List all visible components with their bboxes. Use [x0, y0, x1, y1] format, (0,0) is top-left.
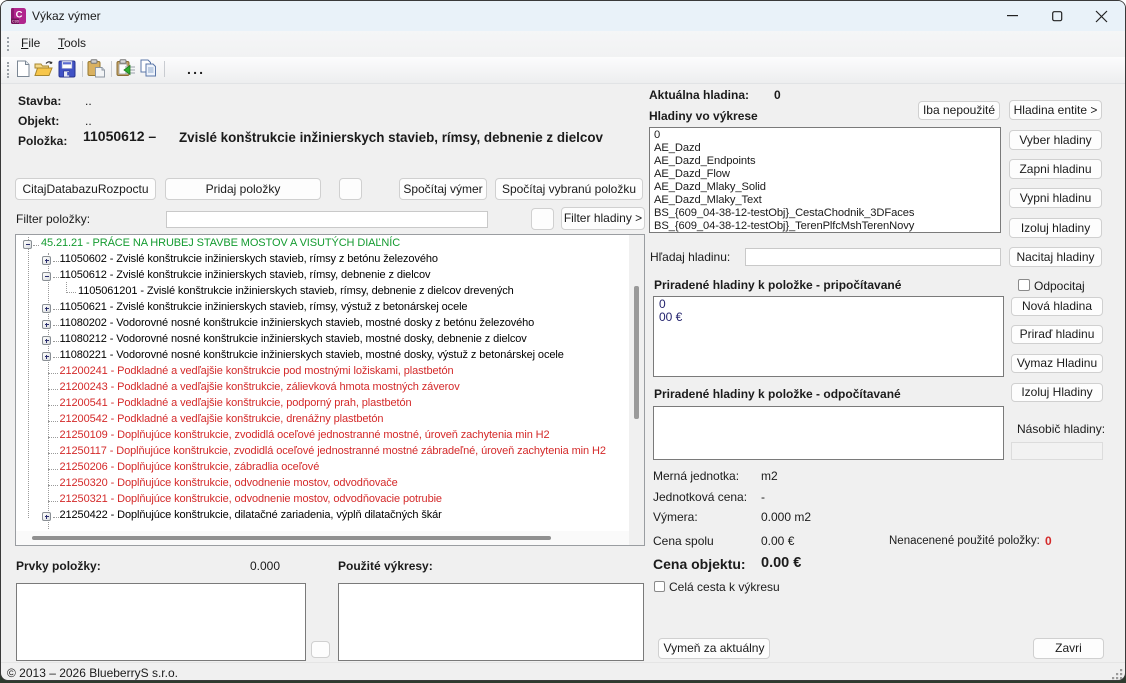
svg-text:C3D: C3D — [12, 20, 20, 24]
